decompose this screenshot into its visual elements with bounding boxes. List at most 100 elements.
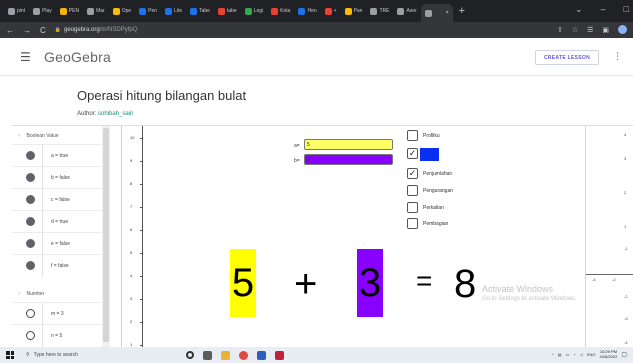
reading-list-icon[interactable]: ☰: [587, 26, 593, 34]
visibility-toggle-icon[interactable]: [26, 239, 35, 248]
tab-favicon-icon: [87, 7, 95, 15]
tab-label: Play: [42, 8, 52, 14]
file-explorer-icon[interactable]: [221, 350, 230, 360]
profile-avatar-icon[interactable]: [618, 25, 627, 34]
collapse-triangle-icon[interactable]: ▿: [18, 133, 21, 139]
windows-start-icon[interactable]: [6, 351, 14, 359]
word-icon[interactable]: [257, 350, 266, 360]
checkbox-penjumlahan[interactable]: ✓: [407, 168, 418, 179]
browser-tab[interactable]: Aser: [393, 3, 420, 19]
network-icon[interactable]: ▤: [558, 352, 562, 357]
y-axis-tick-label: 6: [130, 227, 133, 232]
browser-tab[interactable]: Lite: [161, 3, 186, 19]
tab-label: +: [333, 8, 337, 14]
visibility-toggle-icon[interactable]: [26, 331, 35, 340]
y-axis-tick: [140, 299, 143, 300]
hamburger-icon[interactable]: ☰: [20, 50, 31, 64]
browser-tab[interactable]: ×: [420, 4, 453, 22]
divider: [42, 210, 43, 233]
algebra-row[interactable]: a = true: [12, 144, 102, 167]
notifications-icon[interactable]: ▢: [621, 351, 627, 358]
share-icon[interactable]: ⇪: [557, 26, 563, 34]
algebra-group-number[interactable]: ▿ Number: [12, 288, 102, 300]
input-b-field[interactable]: 3: [304, 154, 393, 165]
divider: [42, 188, 43, 211]
algebra-group-boolean[interactable]: ▿ Boolean Value: [12, 130, 102, 142]
create-lesson-button[interactable]: CREATE LESSON: [535, 50, 599, 65]
browser-tab-bar: pint Play PEN Mar Ope Pen Lite Tabe tabe Logi Kota…: [0, 0, 633, 22]
checkbox-perkalian[interactable]: [407, 202, 418, 213]
algebra-row[interactable]: d = true: [12, 210, 102, 233]
wifi-icon[interactable]: ◔: [573, 352, 575, 357]
browser-tab[interactable]: Play: [29, 3, 56, 19]
tab-search-icon[interactable]: ⌄: [575, 4, 583, 15]
input-a-value: 5: [307, 141, 310, 148]
algebra-row-text: a = true: [51, 152, 69, 159]
browser-tab[interactable]: Kota: [267, 3, 294, 19]
graphics-view-2[interactable]: 4 3 2 1 -1 -2 -3 -4 -4 -2: [585, 126, 633, 347]
more-vert-icon[interactable]: ⋮: [613, 51, 622, 62]
algebra-row[interactable]: f = false: [12, 254, 102, 277]
collapse-triangle-icon[interactable]: ▿: [18, 291, 21, 297]
browser-tab[interactable]: Ope: [109, 3, 135, 19]
reload-icon[interactable]: C: [40, 26, 46, 35]
sidebar-icon[interactable]: ▣: [602, 26, 609, 34]
battery-icon[interactable]: ▭: [566, 352, 570, 357]
algebra-row[interactable]: c = false: [12, 188, 102, 211]
visibility-toggle-icon[interactable]: [26, 195, 35, 204]
new-tab-button[interactable]: +: [459, 5, 465, 17]
scrollbar-thumb[interactable]: [103, 128, 109, 342]
language-indicator[interactable]: ENG: [587, 352, 596, 357]
tray-chevron-icon[interactable]: ^: [552, 352, 554, 357]
maximize-icon[interactable]: □: [624, 4, 629, 15]
browser-tab[interactable]: pint: [4, 3, 29, 19]
algebra-row[interactable]: b = false: [12, 166, 102, 189]
browser-tab[interactable]: Mar: [83, 3, 109, 19]
url-field[interactable]: 🔒 geogebra.org/m/NSDPyfpQ: [55, 27, 138, 33]
algebra-row[interactable]: e = false: [12, 232, 102, 255]
task-view-icon[interactable]: [203, 350, 212, 360]
visibility-toggle-icon[interactable]: [26, 261, 35, 270]
graphics-view[interactable]: a= 5 b= 3 Profilku ✓ ✓ Penjumlahan Pengu…: [123, 126, 585, 347]
browser-tab[interactable]: tabe: [214, 3, 241, 19]
algebra-scrollbar[interactable]: [102, 126, 110, 347]
algebra-row-text: e = false: [51, 240, 71, 247]
g2-tick-label: 3: [624, 156, 627, 161]
taskbar-search[interactable]: ⚲ Type here to search: [26, 349, 144, 361]
visibility-toggle-icon[interactable]: [26, 309, 35, 318]
close-tab-icon[interactable]: ×: [446, 10, 449, 16]
app-icon[interactable]: [275, 350, 284, 360]
chrome-icon[interactable]: [239, 350, 248, 360]
algebra-row[interactable]: m = 3: [12, 302, 102, 325]
checkbox-profilku[interactable]: [407, 130, 418, 141]
checkbox-pembagian[interactable]: [407, 218, 418, 229]
geogebra-logo[interactable]: GeoGebra: [44, 49, 111, 65]
back-icon[interactable]: ←: [6, 26, 14, 35]
browser-tab[interactable]: Logi: [241, 3, 267, 19]
visibility-toggle-icon[interactable]: [26, 151, 35, 160]
divider: [42, 166, 43, 189]
visibility-toggle-icon[interactable]: [26, 217, 35, 226]
browser-tab[interactable]: Hen: [294, 3, 320, 19]
browser-tab[interactable]: TRE: [366, 3, 393, 19]
input-a-field[interactable]: 5: [304, 139, 393, 150]
algebra-row[interactable]: n = 5: [12, 324, 102, 347]
browser-tab[interactable]: PEN: [56, 3, 83, 19]
y-axis-tick: [140, 253, 143, 254]
browser-tab[interactable]: Pan: [341, 3, 367, 19]
browser-tab[interactable]: Tabe: [186, 3, 214, 19]
forward-icon[interactable]: →: [23, 26, 31, 35]
browser-tab[interactable]: Pen: [135, 3, 161, 19]
y-axis-tick-label: 5: [130, 250, 133, 255]
visibility-toggle-icon[interactable]: [26, 173, 35, 182]
volume-icon[interactable]: ◁: [580, 352, 583, 357]
taskbar-clock[interactable]: 10:29 PM 4/26/2022: [600, 349, 618, 359]
browser-tab[interactable]: +: [321, 3, 341, 19]
cortana-icon[interactable]: [186, 351, 194, 359]
author-name-link[interactable]: sohibah_sain: [98, 111, 133, 117]
bookmark-star-icon[interactable]: ☆: [572, 26, 578, 34]
tab-label: Tabe: [199, 8, 210, 14]
checkbox-show-blue[interactable]: ✓: [407, 148, 418, 159]
checkbox-pengurangan[interactable]: [407, 185, 418, 196]
minimize-icon[interactable]: –: [601, 4, 606, 15]
